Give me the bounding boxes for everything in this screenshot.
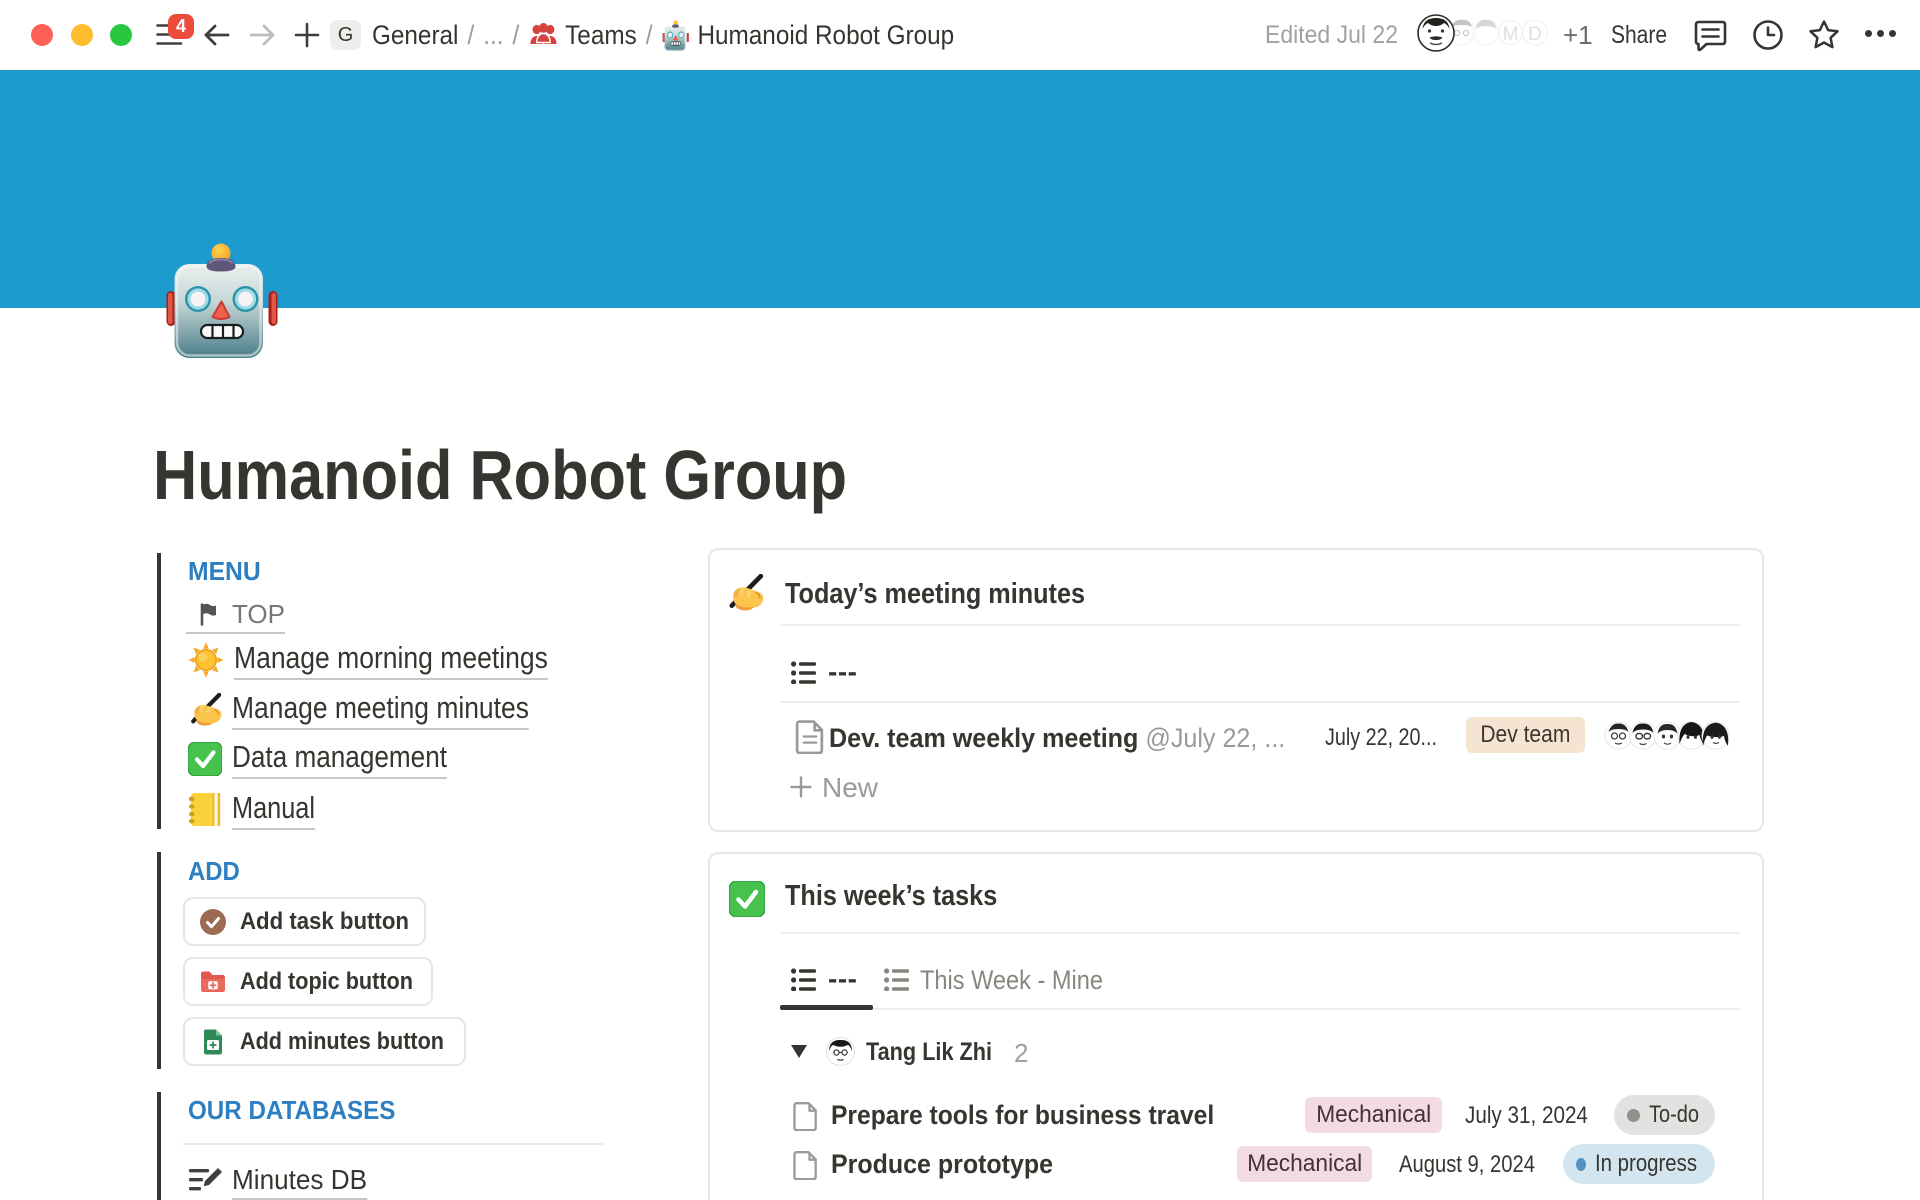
svg-text:M: M <box>1503 24 1519 45</box>
svg-text:D: D <box>1528 24 1542 45</box>
